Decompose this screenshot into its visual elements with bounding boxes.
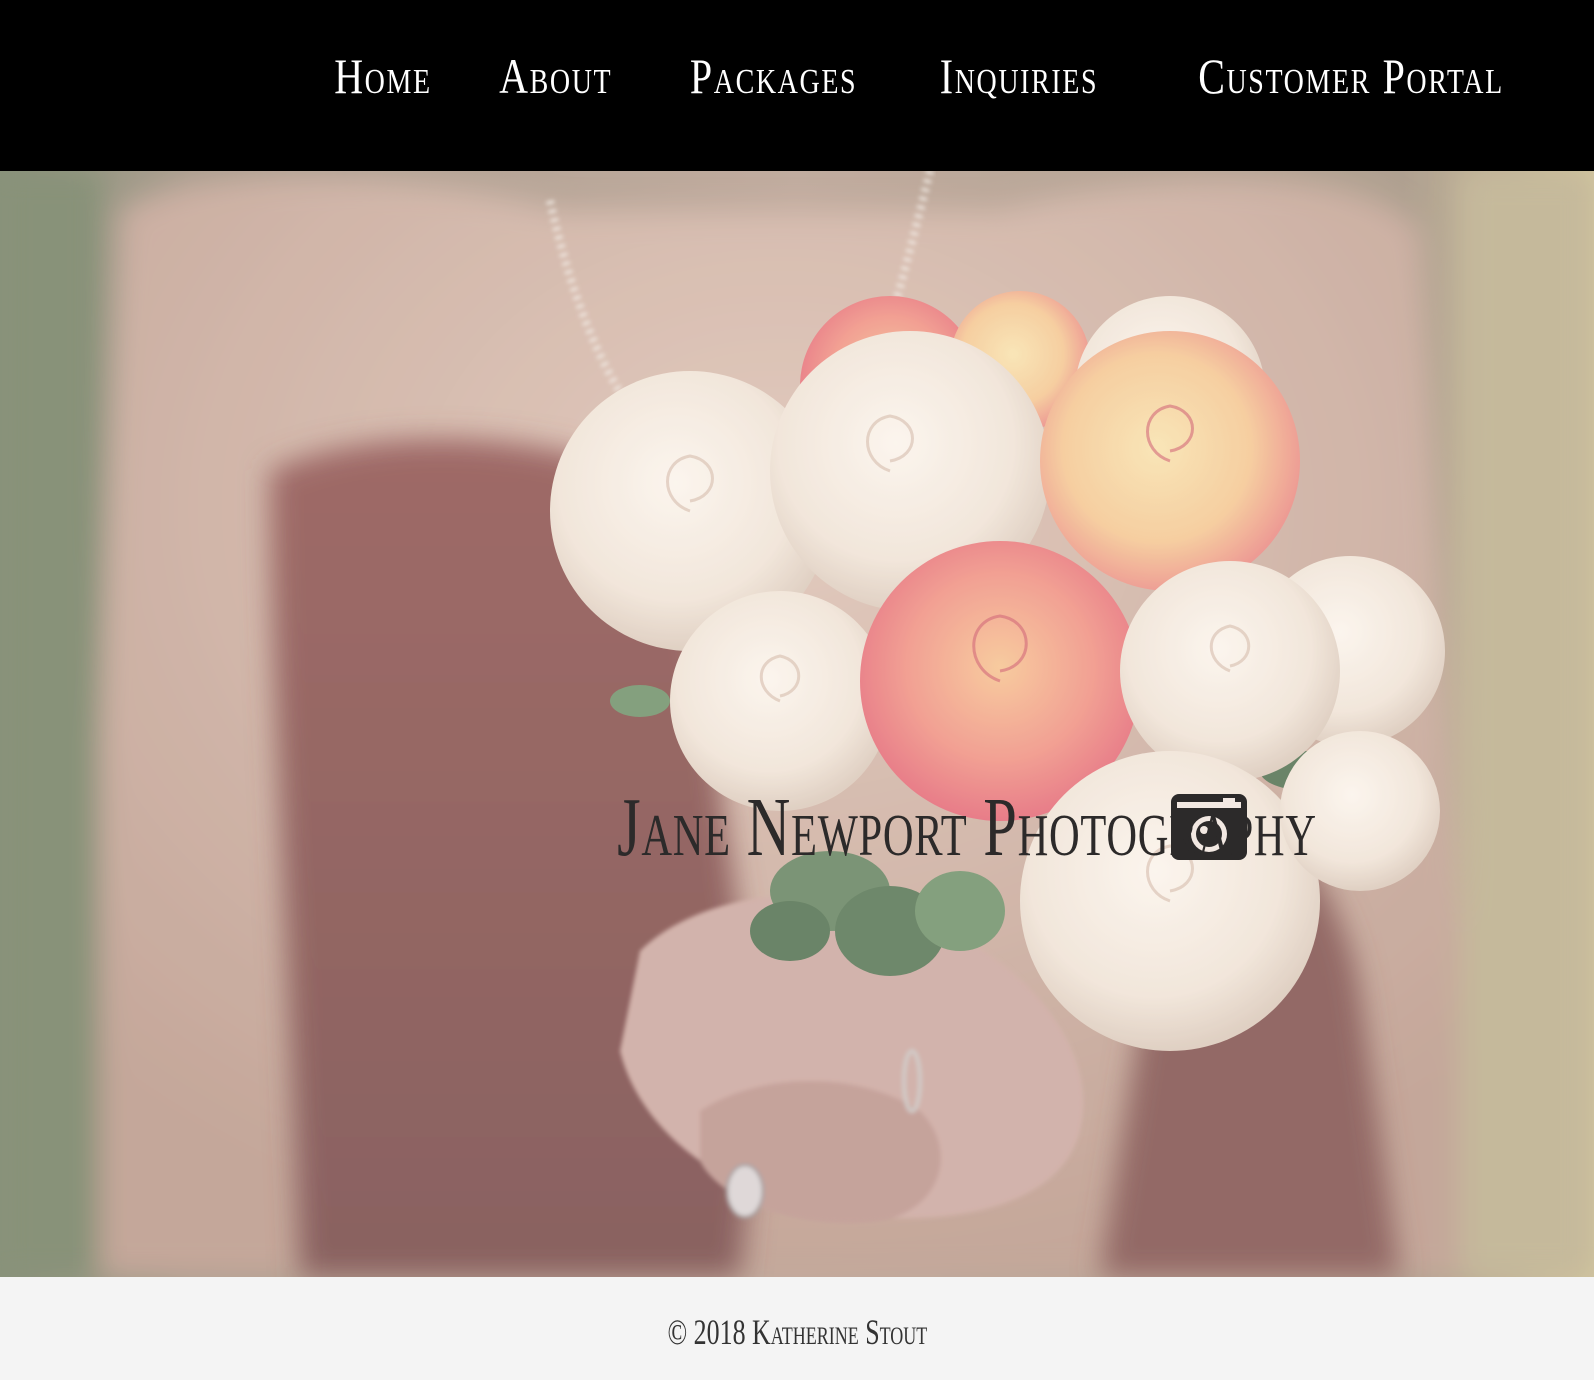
nav-link-packages-label: Packages: [689, 48, 858, 104]
copyright-text: © 2018 Katherine Stout: [667, 1312, 927, 1352]
page: Home About Packages Inquiries Customer P…: [0, 0, 1594, 1380]
top-navbar: Home About Packages Inquiries Customer P…: [0, 0, 1594, 171]
nav-link-packages[interactable]: Packages: [669, 44, 878, 108]
nav-link-home[interactable]: Home: [322, 44, 444, 108]
hero-background-photo: [0, 171, 1594, 1277]
footer: © 2018 Katherine Stout: [0, 1277, 1594, 1380]
hero-title: Jane Newport Photography: [617, 781, 1317, 874]
nav-link-inquiries[interactable]: Inquiries: [920, 44, 1118, 108]
nav-link-about-label: About: [499, 48, 613, 104]
nav-link-customer-portal-label: Customer Portal: [1198, 48, 1504, 104]
footer-copyright: © 2018 Katherine Stout: [0, 1311, 1594, 1353]
nav-menu: Home About Packages Inquiries Customer P…: [322, 44, 1542, 108]
hero-title-container: Jane Newport Photography: [0, 779, 1594, 876]
nav-link-inquiries-label: Inquiries: [939, 48, 1099, 104]
nav-link-home-label: Home: [333, 48, 432, 104]
hero-banner: Jane Newport Photography: [0, 171, 1594, 1277]
nav-link-about[interactable]: About: [485, 44, 626, 108]
nav-link-customer-portal[interactable]: Customer Portal: [1160, 44, 1542, 108]
